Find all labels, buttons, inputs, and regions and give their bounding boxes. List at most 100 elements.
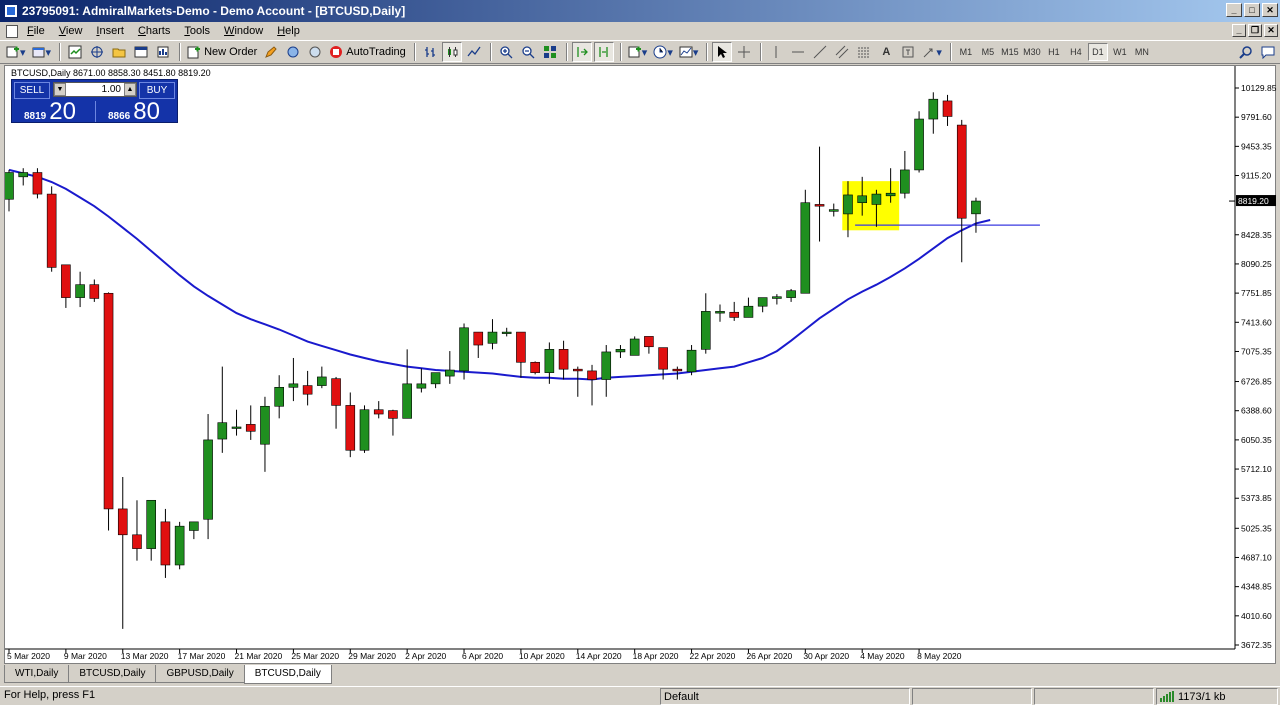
buy-price-big: 80 [133, 98, 160, 125]
metaeditor-icon[interactable] [261, 42, 281, 62]
search-icon[interactable] [1236, 42, 1256, 62]
candle-body [61, 264, 71, 298]
tile-windows-icon[interactable] [540, 42, 560, 62]
timeframe-m30[interactable]: M30 [1022, 43, 1042, 61]
menu-view[interactable]: View [52, 22, 90, 40]
price-label: 6050.35 [1241, 435, 1272, 445]
candle [686, 345, 697, 376]
new-chart-icon[interactable]: ▾ [4, 42, 28, 62]
market-watch-icon[interactable] [65, 42, 85, 62]
sell-price[interactable]: 8819 20 [24, 98, 76, 125]
zoom-out-icon[interactable] [518, 42, 538, 62]
sell-button[interactable]: SELL [14, 82, 50, 99]
chart-window-icon[interactable] [6, 24, 18, 38]
menu-insert[interactable]: Insert [89, 22, 131, 40]
timeframe-mn[interactable]: MN [1132, 43, 1152, 61]
bar-chart-icon[interactable] [420, 42, 440, 62]
maximize-button[interactable]: □ [1244, 3, 1260, 17]
volume-value[interactable]: 1.00 [66, 84, 124, 95]
autotrading-button[interactable]: AutoTrading [327, 42, 408, 62]
minimize-button[interactable]: _ [1226, 3, 1242, 17]
trendline-icon[interactable] [810, 42, 830, 62]
timeframe-w1[interactable]: W1 [1110, 43, 1130, 61]
price-label: 9791.60 [1241, 112, 1272, 122]
menu-help[interactable]: Help [270, 22, 307, 40]
candle-body [117, 508, 128, 536]
profiles-icon[interactable]: ▾ [30, 42, 54, 62]
status-cell-1 [912, 688, 1032, 705]
candle-body [971, 200, 981, 215]
new-order-button[interactable]: New Order [185, 42, 259, 62]
terminal-icon[interactable] [131, 42, 151, 62]
buy-price[interactable]: 8866 80 [108, 98, 160, 125]
candle-body [828, 209, 839, 212]
profile-name: Default [660, 688, 910, 705]
chart-shift-icon[interactable] [593, 42, 614, 62]
crosshair-icon[interactable] [734, 42, 754, 62]
cursor-icon[interactable] [712, 42, 733, 62]
candle [814, 146, 825, 242]
candle-body [5, 172, 14, 200]
date-label: 9 Mar 2020 [64, 651, 107, 661]
templates-icon[interactable]: ▾ [677, 42, 701, 62]
candle-body [516, 331, 526, 363]
tab-btcusd-daily-1[interactable]: BTCUSD,Daily [68, 665, 157, 683]
equidistant-channel-icon[interactable] [832, 42, 852, 62]
price-chart[interactable]: 10129.85 9791.60 9453.35 9115.20 8428.35 8090… [5, 66, 1277, 665]
periods-icon[interactable]: ▾ [651, 42, 675, 62]
text-icon[interactable]: A [876, 42, 896, 62]
connection-status[interactable]: 1173/1 kb [1156, 688, 1278, 705]
indicators-icon[interactable]: ▾ [626, 42, 650, 62]
timeframe-m5[interactable]: M5 [978, 43, 998, 61]
menu-window[interactable]: Window [217, 22, 270, 40]
volume-field[interactable]: ▼ 1.00 ▲ [53, 82, 137, 97]
candle [75, 271, 85, 308]
timeframe-m1[interactable]: M1 [956, 43, 976, 61]
candle-body [331, 378, 341, 406]
menu-charts[interactable]: Charts [131, 22, 177, 40]
zoom-in-icon[interactable] [496, 42, 516, 62]
timeframe-m15[interactable]: M15 [1000, 43, 1020, 61]
tab-btcusd-daily-active[interactable]: BTCUSD,Daily [243, 665, 332, 684]
sell-price-big: 20 [49, 98, 76, 125]
child-restore-button[interactable]: ❐ [1248, 24, 1262, 37]
chart-window[interactable]: 10129.85 9791.60 9453.35 9115.20 8428.35 8090… [4, 65, 1277, 665]
market-icon[interactable] [305, 42, 325, 62]
chat-icon[interactable] [1258, 42, 1278, 62]
candle [189, 521, 199, 540]
candle [430, 372, 441, 389]
strategy-tester-icon[interactable] [153, 42, 173, 62]
line-chart-icon[interactable] [464, 42, 484, 62]
candle [601, 345, 612, 397]
volume-up-icon[interactable]: ▲ [124, 83, 136, 96]
tab-gbpusd-daily[interactable]: GBPUSD,Daily [155, 665, 245, 683]
text-label-icon[interactable] [898, 42, 918, 62]
candlestick-chart-icon[interactable] [441, 42, 462, 62]
child-close-button[interactable]: ✕ [1264, 24, 1278, 37]
signals-icon[interactable] [283, 42, 303, 62]
autoscroll-icon[interactable] [571, 42, 592, 62]
fibonacci-icon[interactable] [854, 42, 874, 62]
horizontal-line-icon[interactable] [788, 42, 808, 62]
menu-tools[interactable]: Tools [177, 22, 217, 40]
candle-body [217, 422, 228, 440]
candle-body [75, 284, 85, 298]
tab-wti-daily[interactable]: WTI,Daily [4, 665, 70, 683]
candle [174, 521, 185, 570]
data-window-icon[interactable] [87, 42, 107, 62]
close-button[interactable]: ✕ [1262, 3, 1278, 17]
candle [530, 361, 540, 375]
vertical-line-icon[interactable] [766, 42, 786, 62]
timeframe-d1[interactable]: D1 [1087, 43, 1108, 61]
navigator-icon[interactable] [109, 42, 129, 62]
candle-body [800, 202, 811, 294]
menu-file[interactable]: File [20, 22, 52, 40]
buy-button[interactable]: BUY [139, 82, 175, 99]
timeframe-h1[interactable]: H1 [1044, 43, 1064, 61]
volume-down-icon[interactable]: ▼ [54, 83, 66, 96]
child-minimize-button[interactable]: _ [1232, 24, 1246, 37]
menu-bar: File View Insert Charts Tools Window Hel… [0, 22, 1280, 40]
arrows-icon[interactable]: ▾ [920, 42, 944, 62]
timeframe-h4[interactable]: H4 [1066, 43, 1086, 61]
price-label: 7751.85 [1241, 288, 1272, 298]
